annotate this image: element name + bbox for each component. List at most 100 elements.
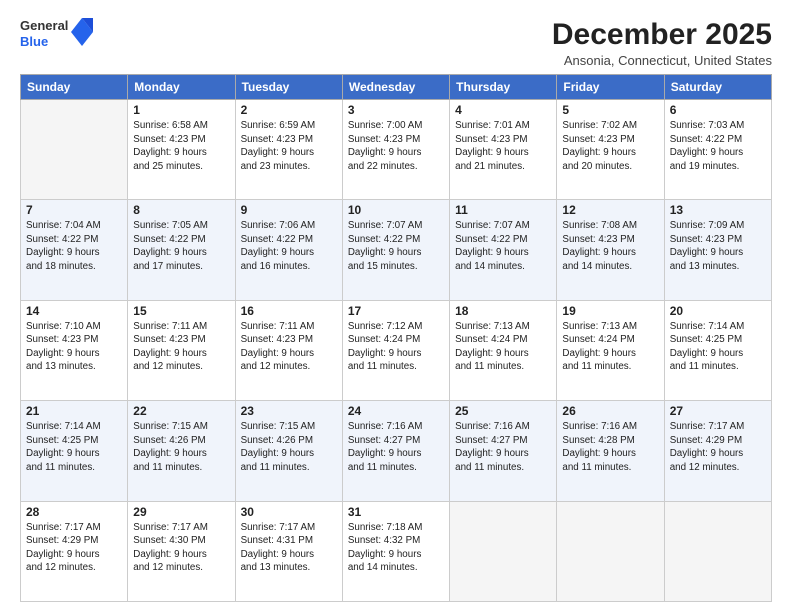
weekday-header-saturday: Saturday bbox=[664, 75, 771, 100]
calendar-cell: 25Sunrise: 7:16 AM Sunset: 4:27 PM Dayli… bbox=[450, 401, 557, 501]
day-info: Sunrise: 7:15 AM Sunset: 4:26 PM Dayligh… bbox=[133, 420, 229, 474]
day-number: 8 bbox=[133, 203, 229, 217]
calendar-cell: 4 Sunrise: 7:01 AM Sunset: 4:23 PM Daylig… bbox=[450, 100, 557, 200]
day-info: Sunrise: 7:07 AM Sunset: 4:22 PM Dayligh… bbox=[455, 219, 551, 273]
calendar-cell: 15Sunrise: 7:11 AM Sunset: 4:23 PM Dayli… bbox=[128, 300, 235, 400]
calendar-cell: 7 Sunrise: 7:04 AM Sunset: 4:22 PM Daylig… bbox=[21, 200, 128, 300]
day-info: Sunrise: 7:18 AM Sunset: 4:32 PM Dayligh… bbox=[348, 521, 444, 575]
weekday-header-friday: Friday bbox=[557, 75, 664, 100]
day-info: Sunrise: 7:17 AM Sunset: 4:30 PM Dayligh… bbox=[133, 521, 229, 575]
day-number: 13 bbox=[670, 203, 766, 217]
logo-icon bbox=[71, 18, 93, 46]
day-number: 23 bbox=[241, 404, 337, 418]
day-number: 16 bbox=[241, 304, 337, 318]
day-info: Sunrise: 7:17 AM Sunset: 4:31 PM Dayligh… bbox=[241, 521, 337, 575]
day-number: 30 bbox=[241, 505, 337, 519]
day-number: 6 bbox=[670, 103, 766, 117]
day-info: Sunrise: 7:10 AM Sunset: 4:23 PM Dayligh… bbox=[26, 320, 122, 374]
calendar-cell: 29 Sunrise: 7:17 AM Sunset: 4:30 PM Dayli… bbox=[128, 501, 235, 601]
day-info: Sunrise: 7:17 AM Sunset: 4:29 PM Dayligh… bbox=[26, 521, 122, 575]
day-info: Sunrise: 6:58 AM Sunset: 4:23 PM Dayligh… bbox=[133, 119, 229, 173]
calendar-cell: 11 Sunrise: 7:07 AM Sunset: 4:22 PM Dayli… bbox=[450, 200, 557, 300]
calendar-cell: 1 Sunrise: 6:58 AM Sunset: 4:23 PM Daylig… bbox=[128, 100, 235, 200]
day-number: 11 bbox=[455, 203, 551, 217]
day-number: 3 bbox=[348, 103, 444, 117]
calendar-cell: 23 Sunrise: 7:15 AM Sunset: 4:26 PM Dayli… bbox=[235, 401, 342, 501]
calendar-cell: 31 Sunrise: 7:18 AM Sunset: 4:32 PM Dayli… bbox=[342, 501, 449, 601]
day-info: Sunrise: 7:03 AM Sunset: 4:22 PM Dayligh… bbox=[670, 119, 766, 173]
calendar-cell: 8 Sunrise: 7:05 AM Sunset: 4:22 PM Daylig… bbox=[128, 200, 235, 300]
day-number: 31 bbox=[348, 505, 444, 519]
calendar-cell: 17 Sunrise: 7:12 AM Sunset: 4:24 PM Dayli… bbox=[342, 300, 449, 400]
day-number: 9 bbox=[241, 203, 337, 217]
day-number: 19 bbox=[562, 304, 658, 318]
day-number: 2 bbox=[241, 103, 337, 117]
title-block: December 2025 Ansonia, Connecticut, Unit… bbox=[552, 18, 772, 68]
day-number: 17 bbox=[348, 304, 444, 318]
day-info: Sunrise: 7:06 AM Sunset: 4:22 PM Dayligh… bbox=[241, 219, 337, 273]
week-row-4: 21Sunrise: 7:14 AM Sunset: 4:25 PM Dayli… bbox=[21, 401, 772, 501]
day-number: 27 bbox=[670, 404, 766, 418]
day-info: Sunrise: 7:17 AM Sunset: 4:29 PM Dayligh… bbox=[670, 420, 766, 474]
day-number: 10 bbox=[348, 203, 444, 217]
day-info: Sunrise: 7:13 AM Sunset: 4:24 PM Dayligh… bbox=[455, 320, 551, 374]
header: General Blue December 2025 Ansonia, Conn… bbox=[20, 18, 772, 68]
day-info: Sunrise: 7:05 AM Sunset: 4:22 PM Dayligh… bbox=[133, 219, 229, 273]
calendar: SundayMondayTuesdayWednesdayThursdayFrid… bbox=[20, 74, 772, 602]
calendar-cell: 16 Sunrise: 7:11 AM Sunset: 4:23 PM Dayli… bbox=[235, 300, 342, 400]
day-info: Sunrise: 7:16 AM Sunset: 4:28 PM Dayligh… bbox=[562, 420, 658, 474]
calendar-cell: 21Sunrise: 7:14 AM Sunset: 4:25 PM Dayli… bbox=[21, 401, 128, 501]
day-number: 24 bbox=[348, 404, 444, 418]
day-info: Sunrise: 7:15 AM Sunset: 4:26 PM Dayligh… bbox=[241, 420, 337, 474]
day-number: 1 bbox=[133, 103, 229, 117]
day-info: Sunrise: 7:11 AM Sunset: 4:23 PM Dayligh… bbox=[241, 320, 337, 374]
day-number: 4 bbox=[455, 103, 551, 117]
calendar-cell: 3 Sunrise: 7:00 AM Sunset: 4:23 PM Daylig… bbox=[342, 100, 449, 200]
calendar-cell: 28 Sunrise: 7:17 AM Sunset: 4:29 PM Dayli… bbox=[21, 501, 128, 601]
logo: General Blue bbox=[20, 18, 93, 49]
day-info: Sunrise: 7:07 AM Sunset: 4:22 PM Dayligh… bbox=[348, 219, 444, 273]
weekday-header-wednesday: Wednesday bbox=[342, 75, 449, 100]
page: General Blue December 2025 Ansonia, Conn… bbox=[0, 0, 792, 612]
weekday-header-sunday: Sunday bbox=[21, 75, 128, 100]
calendar-cell: 22Sunrise: 7:15 AM Sunset: 4:26 PM Dayli… bbox=[128, 401, 235, 501]
calendar-cell: 27 Sunrise: 7:17 AM Sunset: 4:29 PM Dayli… bbox=[664, 401, 771, 501]
calendar-cell: 9 Sunrise: 7:06 AM Sunset: 4:22 PM Daylig… bbox=[235, 200, 342, 300]
day-number: 26 bbox=[562, 404, 658, 418]
day-number: 29 bbox=[133, 505, 229, 519]
calendar-cell: 12 Sunrise: 7:08 AM Sunset: 4:23 PM Dayli… bbox=[557, 200, 664, 300]
weekday-header-row: SundayMondayTuesdayWednesdayThursdayFrid… bbox=[21, 75, 772, 100]
calendar-cell bbox=[664, 501, 771, 601]
day-number: 21 bbox=[26, 404, 122, 418]
calendar-cell: 26 Sunrise: 7:16 AM Sunset: 4:28 PM Dayli… bbox=[557, 401, 664, 501]
calendar-cell bbox=[450, 501, 557, 601]
main-title: December 2025 bbox=[552, 18, 772, 51]
day-number: 7 bbox=[26, 203, 122, 217]
calendar-cell: 14 Sunrise: 7:10 AM Sunset: 4:23 PM Dayli… bbox=[21, 300, 128, 400]
day-info: Sunrise: 7:01 AM Sunset: 4:23 PM Dayligh… bbox=[455, 119, 551, 173]
day-info: Sunrise: 7:02 AM Sunset: 4:23 PM Dayligh… bbox=[562, 119, 658, 173]
week-row-5: 28 Sunrise: 7:17 AM Sunset: 4:29 PM Dayli… bbox=[21, 501, 772, 601]
day-info: Sunrise: 7:08 AM Sunset: 4:23 PM Dayligh… bbox=[562, 219, 658, 273]
day-info: Sunrise: 7:12 AM Sunset: 4:24 PM Dayligh… bbox=[348, 320, 444, 374]
weekday-header-thursday: Thursday bbox=[450, 75, 557, 100]
day-number: 14 bbox=[26, 304, 122, 318]
logo-text: General Blue bbox=[20, 18, 68, 49]
day-info: Sunrise: 7:00 AM Sunset: 4:23 PM Dayligh… bbox=[348, 119, 444, 173]
day-info: Sunrise: 7:16 AM Sunset: 4:27 PM Dayligh… bbox=[348, 420, 444, 474]
day-number: 18 bbox=[455, 304, 551, 318]
calendar-cell: 5Sunrise: 7:02 AM Sunset: 4:23 PM Daylig… bbox=[557, 100, 664, 200]
week-row-2: 7 Sunrise: 7:04 AM Sunset: 4:22 PM Daylig… bbox=[21, 200, 772, 300]
day-info: Sunrise: 7:04 AM Sunset: 4:22 PM Dayligh… bbox=[26, 219, 122, 273]
day-info: Sunrise: 7:09 AM Sunset: 4:23 PM Dayligh… bbox=[670, 219, 766, 273]
day-info: Sunrise: 7:11 AM Sunset: 4:23 PM Dayligh… bbox=[133, 320, 229, 374]
day-number: 28 bbox=[26, 505, 122, 519]
day-number: 20 bbox=[670, 304, 766, 318]
subtitle: Ansonia, Connecticut, United States bbox=[552, 53, 772, 68]
day-number: 25 bbox=[455, 404, 551, 418]
calendar-cell: 19Sunrise: 7:13 AM Sunset: 4:24 PM Dayli… bbox=[557, 300, 664, 400]
day-number: 12 bbox=[562, 203, 658, 217]
calendar-cell: 6 Sunrise: 7:03 AM Sunset: 4:22 PM Daylig… bbox=[664, 100, 771, 200]
calendar-cell: 2Sunrise: 6:59 AM Sunset: 4:23 PM Daylig… bbox=[235, 100, 342, 200]
calendar-cell: 18 Sunrise: 7:13 AM Sunset: 4:24 PM Dayli… bbox=[450, 300, 557, 400]
